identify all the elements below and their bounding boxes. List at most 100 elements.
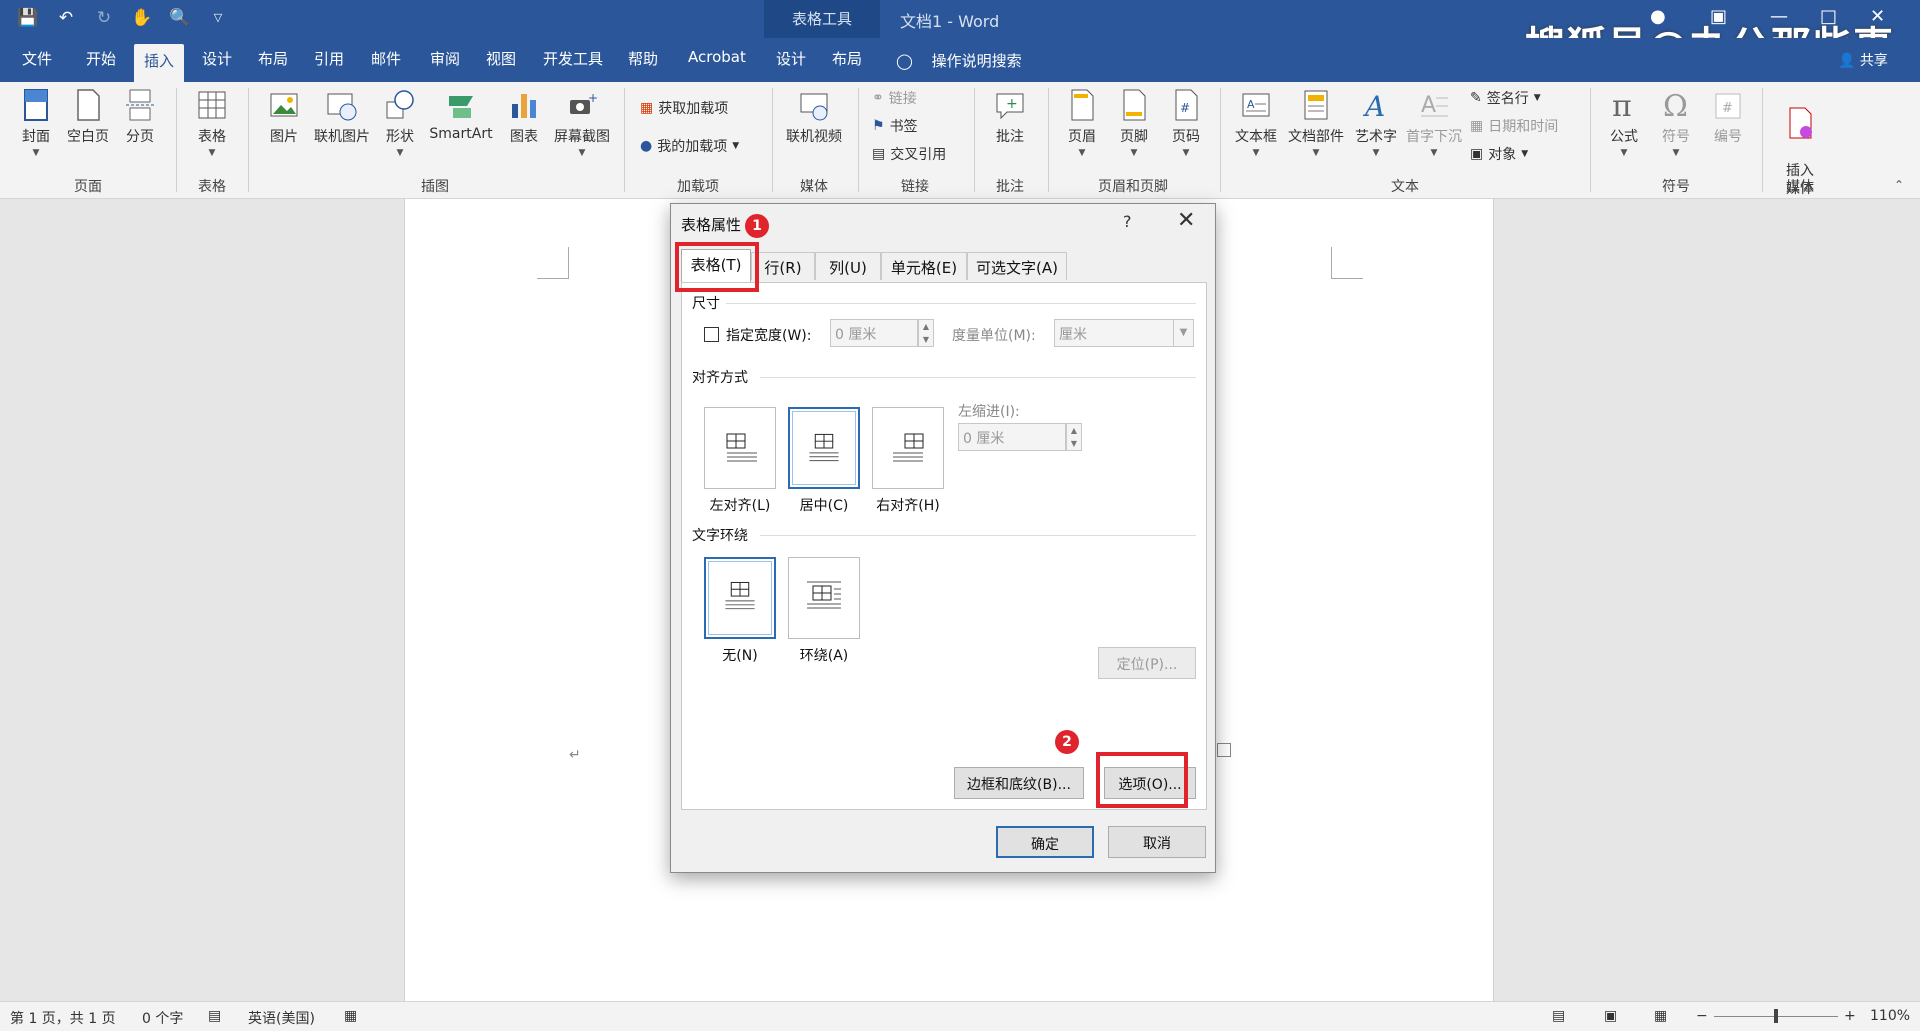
share-button[interactable]: 👤 共享 (1838, 50, 1888, 70)
status-bar: 第 1 页，共 1 页 0 个字 ▤ 英语(美国) ▦ ▤ ▣ ▦ − + 11… (0, 1001, 1920, 1031)
new-comment-button[interactable]: + 批注 (988, 88, 1032, 146)
signature-line-button[interactable]: ✎ 签名行 ▼ (1470, 88, 1541, 108)
touch-mode-icon[interactable]: ✋ (130, 6, 154, 30)
align-right-option[interactable] (872, 407, 944, 489)
dialog-title: 表格属性 (681, 216, 742, 234)
macro-icon[interactable]: ▦ (344, 1008, 357, 1024)
symbol-button[interactable]: Ω 符号 ▼ (1656, 88, 1696, 158)
drop-cap-button[interactable]: A 首字下沉 ▼ (1402, 88, 1466, 158)
collapse-ribbon-icon[interactable]: ⌃ (1894, 178, 1904, 192)
tab-row[interactable]: 行(R) (751, 252, 815, 280)
tab-acrobat[interactable]: Acrobat (688, 48, 746, 66)
shapes-button[interactable]: 形状 ▼ (382, 88, 418, 158)
chart-label: 图表 (510, 129, 538, 145)
zoom-level[interactable]: 110% (1870, 1008, 1910, 1024)
quick-parts-button[interactable]: 文档部件 ▼ (1284, 88, 1348, 158)
tab-view[interactable]: 视图 (486, 48, 516, 69)
tab-column[interactable]: 列(U) (815, 252, 881, 280)
zoom-in-icon[interactable]: + (1844, 1008, 1856, 1024)
online-video-button[interactable]: 联机视频 (780, 88, 848, 146)
word-count[interactable]: 0 个字 (142, 1008, 183, 1028)
tab-home[interactable]: 开始 (86, 48, 116, 69)
ok-button[interactable]: 确定 (996, 826, 1094, 858)
equation-label: 公式 (1610, 129, 1638, 145)
tab-cell[interactable]: 单元格(E) (881, 252, 967, 280)
svg-text:A: A (1247, 98, 1255, 111)
online-pictures-button[interactable]: 联机图片 (310, 88, 374, 146)
help-button[interactable]: ? (1123, 212, 1132, 231)
footer-button[interactable]: 页脚 ▼ (1114, 88, 1154, 158)
tab-developer[interactable]: 开发工具 (543, 48, 603, 69)
redo-icon[interactable]: ↻ (92, 6, 116, 30)
read-mode-icon[interactable]: ▤ (1552, 1008, 1565, 1024)
object-button[interactable]: ▣ 对象 ▼ (1470, 144, 1528, 164)
table-button[interactable]: 表格 ▼ (190, 88, 234, 158)
textbox-button[interactable]: A 文本框 ▼ (1232, 88, 1280, 158)
tab-alt-text[interactable]: 可选文字(A) (967, 252, 1067, 280)
tab-layout[interactable]: 布局 (258, 48, 288, 69)
page-break-button[interactable]: 分页 (118, 88, 162, 146)
tab-table-design[interactable]: 设计 (776, 48, 806, 69)
left-indent-input[interactable]: 0 厘米 (958, 423, 1066, 451)
tab-file[interactable]: 文件 (22, 48, 52, 69)
borders-and-shading-button[interactable]: 边框和底纹(B)... (954, 767, 1084, 799)
screenshot-button[interactable]: + 屏幕截图 ▼ (550, 88, 614, 158)
tab-references[interactable]: 引用 (314, 48, 344, 69)
proofing-icon[interactable]: ▤ (208, 1008, 221, 1024)
specify-width-checkbox[interactable] (704, 327, 719, 342)
language-indicator[interactable]: 英语(美国) (248, 1008, 315, 1028)
print-preview-icon[interactable]: 🔍 (168, 6, 192, 30)
tab-table-layout[interactable]: 布局 (832, 48, 862, 69)
align-center-option[interactable] (788, 407, 860, 489)
tab-mailings[interactable]: 邮件 (371, 48, 401, 69)
cover-page-button[interactable]: 封面 ▼ (14, 88, 58, 158)
align-left-option[interactable] (704, 407, 776, 489)
date-time-button[interactable]: ▦ 日期和时间 (1470, 116, 1558, 136)
save-icon[interactable]: 💾 (16, 6, 40, 30)
tab-insert[interactable]: 插入 (134, 44, 185, 82)
width-spinner[interactable]: ▲ ▼ (918, 319, 934, 347)
smartart-button[interactable]: SmartArt (426, 88, 496, 142)
customize-qat-icon[interactable]: ▽ (206, 6, 230, 30)
page-count[interactable]: 第 1 页，共 1 页 (10, 1008, 116, 1028)
my-addins-button[interactable]: ● 我的加载项 ▼ (640, 136, 739, 156)
header-button[interactable]: 页眉 ▼ (1062, 88, 1102, 158)
chart-icon (512, 94, 536, 118)
page-number-button[interactable]: # 页码 ▼ (1166, 88, 1206, 158)
online-video-label: 联机视频 (786, 129, 842, 145)
blank-page-button[interactable]: 空白页 (64, 88, 112, 146)
link-button[interactable]: ⚭ 链接 (872, 88, 917, 108)
chart-button[interactable]: 图表 (504, 88, 544, 146)
zoom-out-icon[interactable]: − (1696, 1008, 1708, 1024)
tab-design[interactable]: 设计 (202, 48, 232, 69)
tab-help[interactable]: 帮助 (628, 48, 658, 69)
wrap-none-option[interactable] (704, 557, 776, 639)
wrap-around-option[interactable] (788, 557, 860, 639)
print-layout-icon[interactable]: ▣ (1604, 1008, 1617, 1024)
tell-me-search[interactable]: ◯ 操作说明搜索 (896, 50, 1022, 71)
chevron-down-icon: ▼ (1130, 148, 1138, 158)
ribbon-tabs: 文件 开始 插入 设计 布局 引用 邮件 审阅 视图 开发工具 帮助 Acrob… (0, 38, 1920, 82)
table-resize-handle[interactable] (1217, 743, 1231, 757)
title-bar: 💾 ↶ ↻ ✋ 🔍 ▽ 表格工具 文档1 - Word ● ▣ — □ ✕ 搜狐… (0, 0, 1920, 84)
pictures-button[interactable]: 图片 (262, 88, 306, 146)
cancel-button[interactable]: 取消 (1108, 826, 1206, 858)
numbering-button[interactable]: # 编号 (1708, 88, 1748, 146)
positioning-button[interactable]: 定位(P)... (1098, 647, 1196, 679)
left-indent-label: 左缩进(I): (958, 404, 1020, 420)
bookmark-button[interactable]: ⚑ 书签 (872, 116, 918, 136)
left-indent-spinner[interactable]: ▲ ▼ (1066, 423, 1082, 451)
signature-label: 签名行 (1486, 91, 1529, 107)
zoom-slider[interactable] (1714, 1009, 1838, 1023)
tab-review[interactable]: 审阅 (430, 48, 460, 69)
equation-button[interactable]: π 公式 ▼ (1604, 88, 1644, 158)
width-input[interactable]: 0 厘米 (830, 319, 918, 347)
get-addins-button[interactable]: ▦ 获取加载项 (640, 98, 728, 118)
wordart-button[interactable]: A 艺术字 ▼ (1352, 88, 1400, 158)
cross-reference-button[interactable]: ▤ 交叉引用 (872, 144, 946, 164)
zoom-slider-thumb[interactable] (1774, 1009, 1778, 1023)
close-dialog-icon[interactable]: ✕ (1177, 208, 1195, 233)
measure-in-select[interactable]: 厘米 ▼ (1054, 319, 1194, 347)
undo-icon[interactable]: ↶ (54, 6, 78, 30)
web-layout-icon[interactable]: ▦ (1654, 1008, 1667, 1024)
